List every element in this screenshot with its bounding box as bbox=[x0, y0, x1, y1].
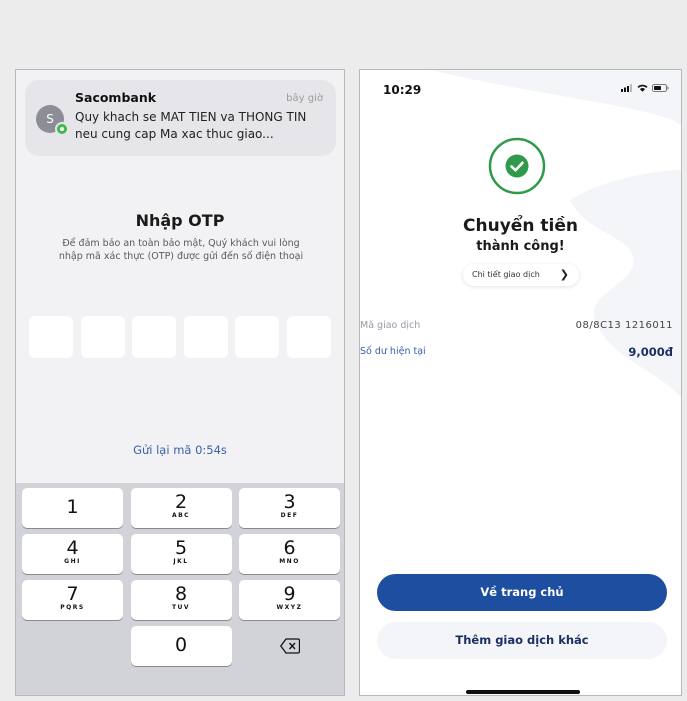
otp-digit-box[interactable] bbox=[183, 316, 228, 358]
key-9[interactable]: 9 WXYZ bbox=[239, 580, 340, 620]
key-digit: 7 bbox=[66, 583, 79, 605]
otp-digit-box[interactable] bbox=[132, 316, 177, 358]
notification-message: Quy khach se MAT TIEN va THONG TIN neu c… bbox=[75, 110, 307, 141]
transaction-id-row: Mã giao dịch 08/8C13 1216011 bbox=[360, 320, 681, 334]
delete-key[interactable] bbox=[239, 626, 340, 666]
key-digit: 0 bbox=[174, 634, 188, 656]
key-letters: PQRS bbox=[60, 604, 85, 611]
chevron-right-icon: ❯ bbox=[559, 268, 569, 281]
key-7[interactable]: 7 PQRS bbox=[22, 580, 123, 620]
new-transaction-button[interactable]: Thêm giao dịch khác bbox=[377, 622, 667, 659]
key-digit: 5 bbox=[174, 537, 188, 559]
battery-icon bbox=[652, 84, 669, 92]
key-6[interactable]: 6 MNO bbox=[239, 534, 340, 574]
notification-time: bây giờ bbox=[286, 93, 323, 104]
key-letters: JKL bbox=[173, 558, 189, 565]
avatar-letter: S bbox=[46, 112, 54, 126]
resend-code-link[interactable]: Gửi lại mã 0:54s bbox=[16, 443, 344, 457]
balance-value: 9,000đ bbox=[628, 345, 673, 359]
otp-title: Nhập OTP bbox=[135, 211, 225, 230]
otp-input-group[interactable] bbox=[29, 316, 331, 358]
success-screen: 10:29 Chuyển tiền thành công! Chi tiết g… bbox=[359, 69, 682, 696]
otp-description: Để đảm bảo an toàn bảo mật, Quý khách vu… bbox=[58, 238, 304, 262]
balance-row: Số dư hiện tại 9,000đ bbox=[360, 345, 681, 361]
key-letters: WXYZ bbox=[276, 604, 303, 611]
backspace-icon bbox=[280, 638, 300, 654]
status-bar-time: 10:29 bbox=[383, 83, 422, 97]
signal-icon bbox=[621, 84, 632, 92]
push-notification[interactable]: S Sacombank bây giờ Quy khach se MAT TIE… bbox=[25, 80, 336, 156]
key-5[interactable]: 5 JKL bbox=[130, 534, 232, 574]
key-digit: 2 bbox=[174, 491, 188, 513]
home-button[interactable]: Về trang chủ bbox=[377, 574, 667, 611]
transaction-id-value: 08/8C13 1216011 bbox=[575, 320, 673, 331]
success-title: Chuyển tiền bbox=[463, 216, 578, 236]
transaction-detail-link[interactable]: Chi tiết giao dịch ❯ bbox=[463, 264, 579, 286]
key-letters: MNO bbox=[279, 558, 300, 565]
key-digit: 9 bbox=[283, 583, 296, 605]
key-digit: 3 bbox=[283, 491, 296, 513]
key-letters: GHI bbox=[64, 558, 81, 565]
transaction-detail-label: Chi tiết giao dịch bbox=[472, 270, 540, 279]
key-1[interactable]: 1 bbox=[22, 488, 123, 528]
transaction-id-label: Mã giao dịch bbox=[360, 320, 421, 331]
otp-digit-box[interactable] bbox=[286, 316, 331, 358]
key-digit: 4 bbox=[66, 537, 79, 559]
numeric-keypad: 1 2 ABC 3 DEF 4 GHI 5 JKL 6 MNO 7 PQRS 8 TUV 9W… bbox=[16, 483, 344, 695]
notification-sender: Sacombank bbox=[75, 90, 157, 105]
otp-digit-box[interactable] bbox=[235, 316, 280, 358]
balance-label: Số dư hiện tại bbox=[360, 346, 426, 357]
key-letters: ABC bbox=[171, 512, 191, 519]
message-app-icon bbox=[55, 122, 69, 136]
key-empty bbox=[22, 626, 123, 666]
screenshot-frame: S Sacombank bây giờ Quy khach se MAT TIE… bbox=[0, 0, 687, 701]
key-digit: 6 bbox=[283, 537, 296, 559]
otp-screen: S Sacombank bây giờ Quy khach se MAT TIE… bbox=[15, 69, 345, 696]
key-3[interactable]: 3 DEF bbox=[239, 488, 340, 528]
key-8[interactable]: 8 TUV bbox=[130, 580, 232, 620]
key-0[interactable]: 0 bbox=[130, 626, 232, 666]
success-check-icon bbox=[488, 137, 546, 195]
key-digit: 8 bbox=[174, 583, 188, 605]
otp-digit-box[interactable] bbox=[80, 316, 125, 358]
key-2[interactable]: 2 ABC bbox=[130, 488, 232, 528]
wifi-icon bbox=[637, 84, 648, 92]
key-letters: TUV bbox=[171, 604, 191, 611]
key-digit: 1 bbox=[66, 496, 79, 518]
key-letters: DEF bbox=[280, 512, 299, 519]
status-bar-icons bbox=[621, 84, 669, 92]
sender-avatar: S bbox=[36, 105, 69, 136]
success-subtitle: thành công! bbox=[476, 239, 565, 254]
key-4[interactable]: 4 GHI bbox=[22, 534, 123, 574]
otp-digit-box[interactable] bbox=[29, 316, 73, 358]
home-indicator bbox=[466, 690, 580, 694]
